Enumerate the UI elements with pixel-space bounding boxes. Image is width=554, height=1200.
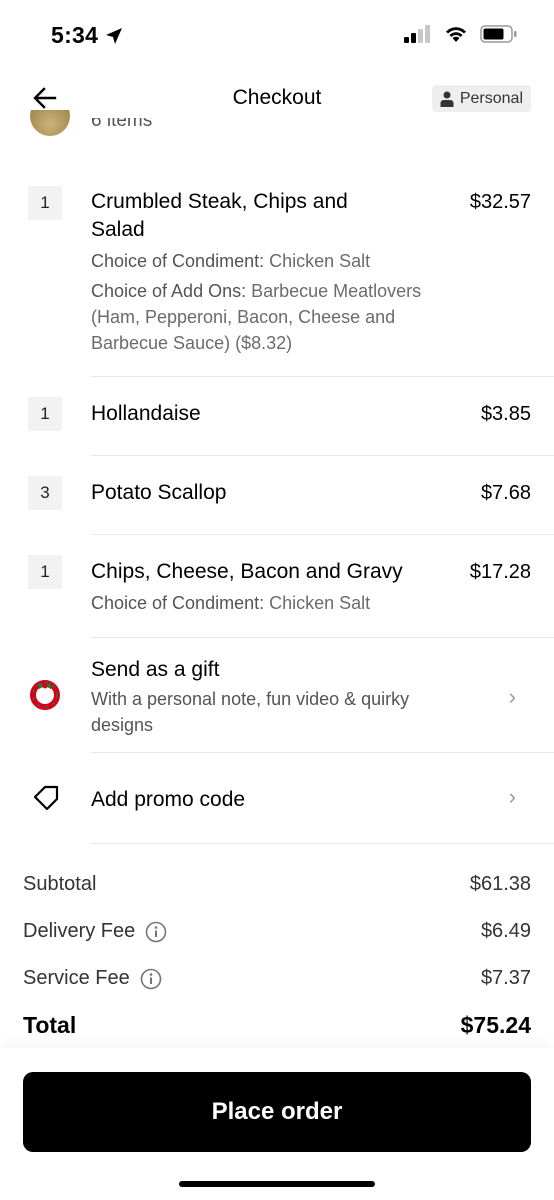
divider xyxy=(91,752,554,753)
quantity-badge[interactable]: 1 xyxy=(28,555,62,589)
location-arrow-icon xyxy=(106,27,123,44)
info-icon[interactable] xyxy=(140,968,162,990)
cart-item[interactable]: 1 Chips, Cheese, Bacon and Gravy $17.28 … xyxy=(0,555,554,625)
quantity-badge[interactable]: 3 xyxy=(28,476,62,510)
cart-item[interactable]: 1 Crumbled Steak, Chips and Salad $32.57… xyxy=(0,186,554,376)
send-as-gift-row[interactable]: Send as a gift With a personal note, fun… xyxy=(0,650,554,750)
item-option: Choice of Condiment: Chicken Salt xyxy=(91,251,371,271)
profile-label: Personal xyxy=(459,89,523,107)
header: Checkout Personal xyxy=(0,74,554,122)
item-name: Potato Scallop xyxy=(91,481,227,504)
item-price: $32.57 xyxy=(469,191,531,213)
divider xyxy=(91,843,554,844)
delivery-fee-line: Delivery Fee $6.49 xyxy=(23,920,531,943)
divider xyxy=(91,534,554,535)
item-option: Choice of Condiment: Chicken Salt xyxy=(91,593,371,613)
service-fee-value: $7.37 xyxy=(480,967,531,989)
tag-icon xyxy=(33,785,59,811)
item-price: $17.28 xyxy=(469,561,531,583)
home-indicator xyxy=(179,1181,375,1187)
divider xyxy=(91,376,554,377)
item-option: Choice of Add Ons: Barbecue Meatlovers (… xyxy=(91,281,422,353)
status-icons xyxy=(404,25,518,43)
promo-title: Add promo code xyxy=(91,788,246,811)
battery-icon xyxy=(480,25,517,43)
divider xyxy=(91,455,554,456)
service-fee-line: Service Fee $7.37 xyxy=(23,967,531,990)
status-time-text: 5:34 xyxy=(51,22,99,48)
item-name: Chips, Cheese, Bacon and Gravy xyxy=(91,560,403,583)
cellular-signal-icon xyxy=(404,25,430,43)
delivery-fee-label: Delivery Fee xyxy=(23,920,136,942)
divider xyxy=(91,637,554,638)
profile-switch-chip[interactable]: Personal xyxy=(431,85,531,112)
store-thumbnail xyxy=(30,110,70,138)
item-price: $3.85 xyxy=(480,403,531,425)
gift-subtitle: With a personal note, fun video & quirky… xyxy=(91,689,410,735)
subtotal-value: $61.38 xyxy=(469,873,531,895)
status-time: 5:34 xyxy=(51,22,124,49)
total-label: Total xyxy=(23,1012,77,1038)
total-value: $75.24 xyxy=(460,1012,531,1038)
status-bar: 5:34 xyxy=(0,0,554,70)
quantity-badge[interactable]: 1 xyxy=(28,186,62,220)
item-name: Hollandaise xyxy=(91,402,201,425)
wifi-icon xyxy=(446,27,466,42)
subtotal-line: Subtotal $61.38 xyxy=(23,873,531,896)
items-count: 6 items xyxy=(91,118,153,131)
total-line: Total $75.24 xyxy=(23,1012,531,1039)
chevron-right-icon: › xyxy=(508,684,516,709)
quantity-badge[interactable]: 1 xyxy=(28,397,62,431)
person-icon xyxy=(440,91,454,107)
item-name: Crumbled Steak, Chips and Salad xyxy=(91,190,348,241)
cart-item[interactable]: 3 Potato Scallop $7.68 xyxy=(0,476,554,516)
info-icon[interactable] xyxy=(145,921,167,943)
chevron-right-icon: › xyxy=(508,784,516,809)
delivery-fee-value: $6.49 xyxy=(480,920,531,942)
place-order-button[interactable]: Place order xyxy=(23,1072,531,1152)
cart-item[interactable]: 1 Hollandaise $3.85 xyxy=(0,397,554,437)
subtotal-label: Subtotal xyxy=(23,873,97,895)
gift-wreath-icon xyxy=(30,680,60,710)
item-price: $7.68 xyxy=(480,482,531,504)
add-promo-code-row[interactable]: Add promo code › xyxy=(0,770,554,830)
service-fee-label: Service Fee xyxy=(23,967,130,989)
gift-title: Send as a gift xyxy=(91,658,220,681)
